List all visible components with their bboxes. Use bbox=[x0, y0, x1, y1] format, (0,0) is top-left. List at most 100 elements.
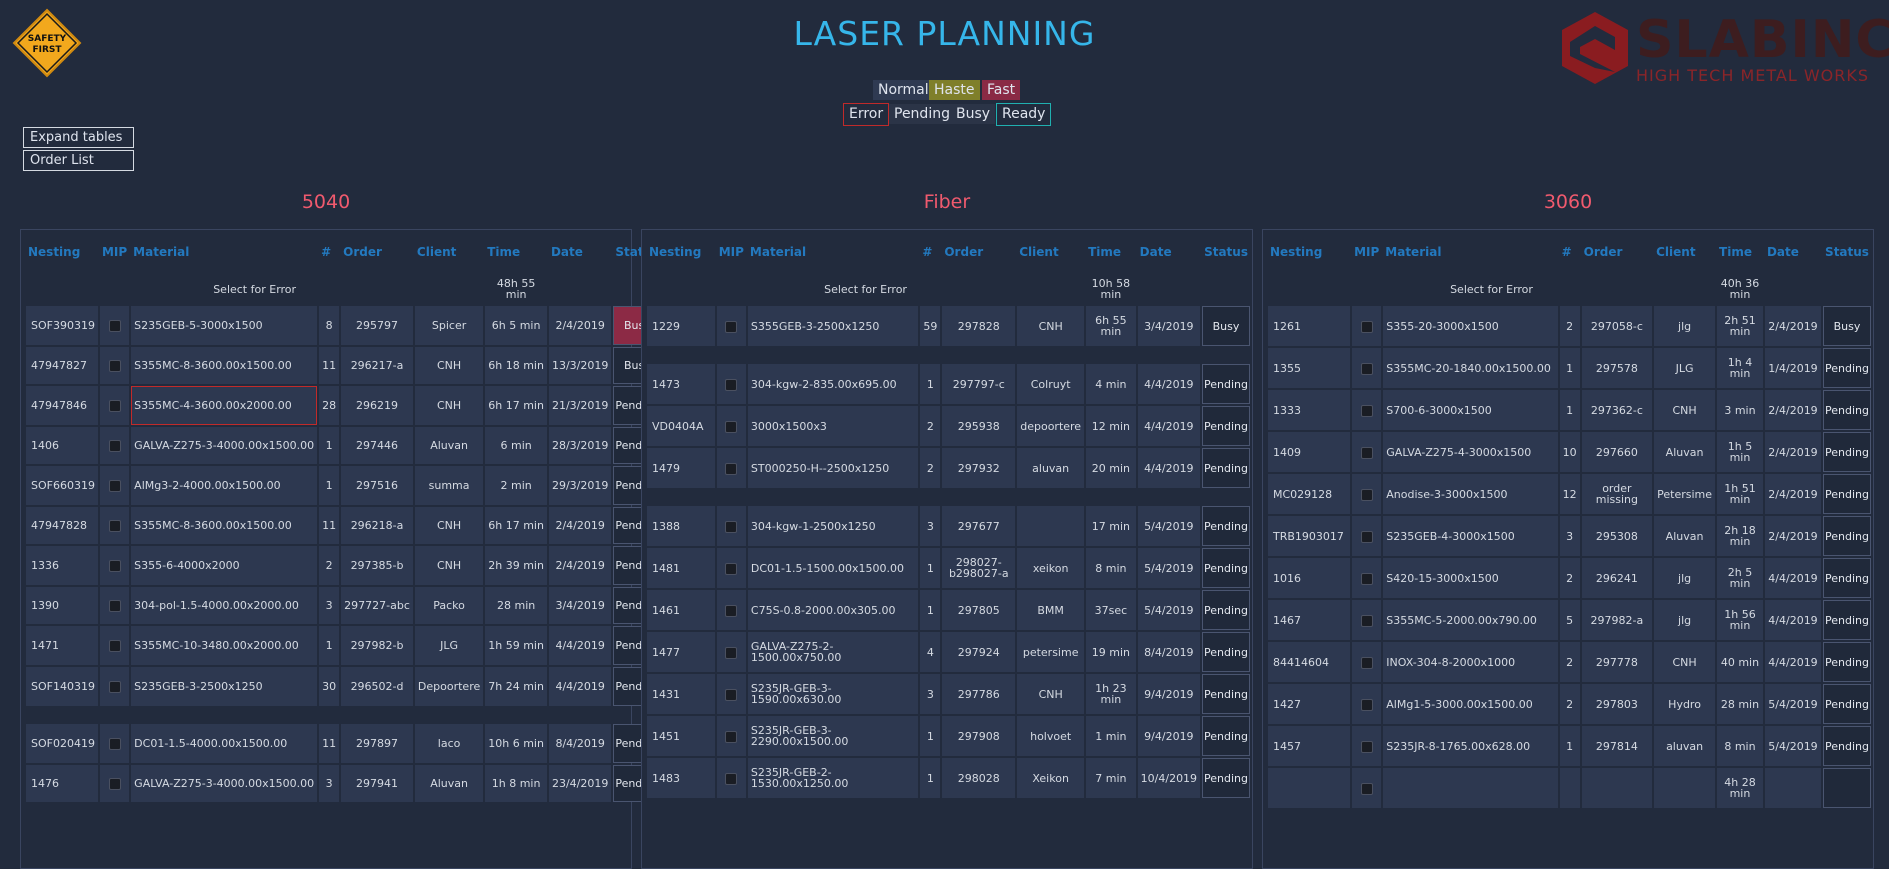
column-header[interactable]: Client bbox=[1654, 232, 1715, 272]
status-button[interactable] bbox=[1823, 768, 1871, 808]
column-header[interactable]: Status bbox=[1202, 232, 1250, 272]
mip-checkbox[interactable] bbox=[725, 604, 738, 617]
mip-checkbox[interactable] bbox=[108, 480, 121, 492]
column-header[interactable]: Date bbox=[1765, 232, 1821, 272]
mip-checkbox[interactable] bbox=[1360, 404, 1373, 417]
column-header[interactable]: Material bbox=[1383, 232, 1557, 272]
table-row[interactable]: 1476 GALVA-Z275-3-4000.00x1500.00 3 297941 A… bbox=[26, 765, 662, 802]
mip-checkbox[interactable] bbox=[108, 440, 121, 452]
select-for-error-label[interactable]: Select for Error bbox=[26, 274, 483, 304]
column-header[interactable]: # bbox=[319, 232, 339, 272]
table-row[interactable]: 1473 304-kgw-2-835.00x695.00 1 297797-c Colr… bbox=[647, 364, 1250, 404]
mip-checkbox[interactable] bbox=[725, 646, 738, 659]
mip-checkbox[interactable] bbox=[725, 520, 738, 533]
table-row[interactable]: 47947827 S355MC-8-3600.00x1500.00 11 296217… bbox=[26, 347, 662, 384]
mip-checkbox[interactable] bbox=[108, 738, 121, 750]
mip-checkbox[interactable] bbox=[1360, 446, 1373, 459]
mip-checkbox[interactable] bbox=[108, 640, 121, 652]
column-header[interactable]: MIP bbox=[100, 232, 129, 272]
mip-checkbox[interactable] bbox=[725, 378, 738, 391]
column-header[interactable]: Order bbox=[1582, 232, 1653, 272]
mip-checkbox[interactable] bbox=[1360, 656, 1373, 669]
table-row[interactable]: 1427 AlMg1-5-3000.00x1500.00 2 297803 Hydro 2… bbox=[1268, 684, 1871, 724]
column-header[interactable]: MIP bbox=[1352, 232, 1381, 272]
column-header[interactable]: Nesting bbox=[1268, 232, 1350, 272]
table-row[interactable]: SOF140319 S235GEB-3-2500x1250 30 296502-d De… bbox=[26, 667, 662, 706]
table-row[interactable]: SOF660319 AlMg3-2-4000.00x1500.00 1 297516 s… bbox=[26, 466, 662, 505]
mip-checkbox[interactable] bbox=[1360, 530, 1373, 543]
status-button[interactable]: Pending bbox=[1202, 548, 1250, 588]
table-row[interactable]: 1479 ST000250-H--2500x1250 2 297932 aluvan 20… bbox=[647, 448, 1250, 488]
table-row[interactable]: 1406 GALVA-Z275-3-4000.00x1500.00 1 297446 A… bbox=[26, 427, 662, 464]
column-header[interactable]: Material bbox=[131, 232, 317, 272]
table-row[interactable]: 1461 C75S-0.8-2000.00x305.00 1 297805 BMM 37s… bbox=[647, 590, 1250, 630]
status-button[interactable]: Pending bbox=[1202, 632, 1250, 672]
select-for-error-label[interactable]: Select for Error bbox=[647, 274, 1084, 304]
mip-checkbox[interactable] bbox=[725, 688, 738, 701]
select-for-error-label[interactable]: Select for Error bbox=[1268, 274, 1715, 304]
table-row[interactable]: 1333 S700-6-3000x1500 1 297362-c CNH 3 min 2/4… bbox=[1268, 390, 1871, 430]
column-header[interactable]: Time bbox=[1717, 232, 1763, 272]
table-row[interactable]: 1467 S355MC-5-2000.00x790.00 5 297982-a jlg 1… bbox=[1268, 600, 1871, 640]
mip-checkbox[interactable] bbox=[725, 562, 738, 575]
status-button[interactable]: Pending bbox=[1823, 684, 1871, 724]
status-button[interactable]: Pending bbox=[1823, 726, 1871, 766]
table-row[interactable]: 1457 S235JR-8-1765.00x628.00 1 297814 aluvan… bbox=[1268, 726, 1871, 766]
table-row[interactable]: 1431 S235JR-GEB-3-1590.00x630.00 3 297786 CN… bbox=[647, 674, 1250, 714]
status-button[interactable]: Pending bbox=[1823, 558, 1871, 598]
mip-checkbox[interactable] bbox=[1360, 320, 1373, 333]
mip-checkbox[interactable] bbox=[108, 520, 121, 532]
table-row[interactable]: 84414604 INOX-304-8-2000x1000 2 297778 CNH 40… bbox=[1268, 642, 1871, 682]
table-row[interactable]: 1477 GALVA-Z275-2-1500.00x750.00 4 297924 pe… bbox=[647, 632, 1250, 672]
table-row[interactable]: TRB1903017 S235GEB-4-3000x1500 3 295308 Aluv… bbox=[1268, 516, 1871, 556]
status-button[interactable]: Pending bbox=[1202, 674, 1250, 714]
table-row[interactable]: MC029128 Anodise-3-3000x1500 12 order missi… bbox=[1268, 474, 1871, 514]
column-header[interactable]: Status bbox=[1823, 232, 1871, 272]
order-list-button[interactable]: Order List bbox=[23, 150, 134, 171]
status-button[interactable]: Pending bbox=[1823, 390, 1871, 430]
status-button[interactable]: Pending bbox=[1202, 448, 1250, 488]
column-header[interactable]: Time bbox=[1086, 232, 1136, 272]
column-header[interactable]: Time bbox=[485, 232, 547, 272]
status-button[interactable]: Pending bbox=[1823, 432, 1871, 472]
column-header[interactable]: Client bbox=[415, 232, 483, 272]
column-header[interactable]: Date bbox=[1138, 232, 1200, 272]
expand-tables-button[interactable]: Expand tables bbox=[23, 127, 134, 148]
status-button[interactable]: Pending bbox=[1823, 516, 1871, 556]
column-header[interactable]: MIP bbox=[717, 232, 746, 272]
status-button[interactable]: Pending bbox=[1823, 474, 1871, 514]
table-row[interactable]: 1355 S355MC-20-1840.00x1500.00 1 297578 JLG 1… bbox=[1268, 348, 1871, 388]
column-header[interactable]: Material bbox=[748, 232, 918, 272]
status-button[interactable]: Pending bbox=[1202, 506, 1250, 546]
status-button[interactable]: Busy bbox=[1202, 306, 1250, 346]
mip-checkbox[interactable] bbox=[1360, 740, 1373, 753]
status-button[interactable]: Pending bbox=[1202, 758, 1250, 798]
table-row[interactable]: 47947846 S355MC-4-3600.00x2000.00 28 296219… bbox=[26, 386, 662, 425]
mip-checkbox[interactable] bbox=[725, 320, 738, 333]
mip-checkbox[interactable] bbox=[108, 360, 121, 372]
status-button[interactable]: Pending bbox=[1202, 406, 1250, 446]
mip-checkbox[interactable] bbox=[725, 462, 738, 475]
status-button[interactable]: Pending bbox=[1823, 348, 1871, 388]
mip-checkbox[interactable] bbox=[725, 772, 738, 785]
table-row[interactable]: VD0404A 3000x1500x3 2 295938 depoortere 12 mi… bbox=[647, 406, 1250, 446]
table-row[interactable]: 1483 S235JR-GEB-2-1530.00x1250.00 1 298028 X… bbox=[647, 758, 1250, 798]
table-row[interactable]: 1481 DC01-1.5-1500.00x1500.00 1 298027-b298… bbox=[647, 548, 1250, 588]
mip-checkbox[interactable] bbox=[1360, 362, 1373, 375]
column-header[interactable]: Order bbox=[942, 232, 1015, 272]
table-row[interactable]: 1229 S355GEB-3-2500x1250 59 297828 CNH 6h 55 … bbox=[647, 306, 1250, 346]
table-row[interactable]: 1409 GALVA-Z275-4-3000x1500 10 297660 Aluvan… bbox=[1268, 432, 1871, 472]
mip-checkbox[interactable] bbox=[1360, 698, 1373, 711]
table-row[interactable]: 1336 S355-6-4000x2000 2 297385-b CNH 2h 39 mi… bbox=[26, 546, 662, 585]
status-button[interactable]: Pending bbox=[1202, 590, 1250, 630]
status-button[interactable]: Busy bbox=[1823, 306, 1871, 346]
column-header[interactable]: Order bbox=[341, 232, 413, 272]
column-header[interactable]: # bbox=[920, 232, 940, 272]
table-row[interactable]: 1390 304-pol-1.5-4000.00x2000.00 3 297727-a… bbox=[26, 587, 662, 624]
table-row[interactable]: SOF390319 S235GEB-5-3000x1500 8 295797 Spice… bbox=[26, 306, 662, 345]
mip-checkbox[interactable] bbox=[108, 560, 121, 572]
column-header[interactable]: # bbox=[1560, 232, 1580, 272]
column-header[interactable]: Nesting bbox=[26, 232, 98, 272]
status-button[interactable]: Pending bbox=[1202, 364, 1250, 404]
table-row[interactable]: 1016 S420-15-3000x1500 2 296241 jlg 2h 5 min 4… bbox=[1268, 558, 1871, 598]
